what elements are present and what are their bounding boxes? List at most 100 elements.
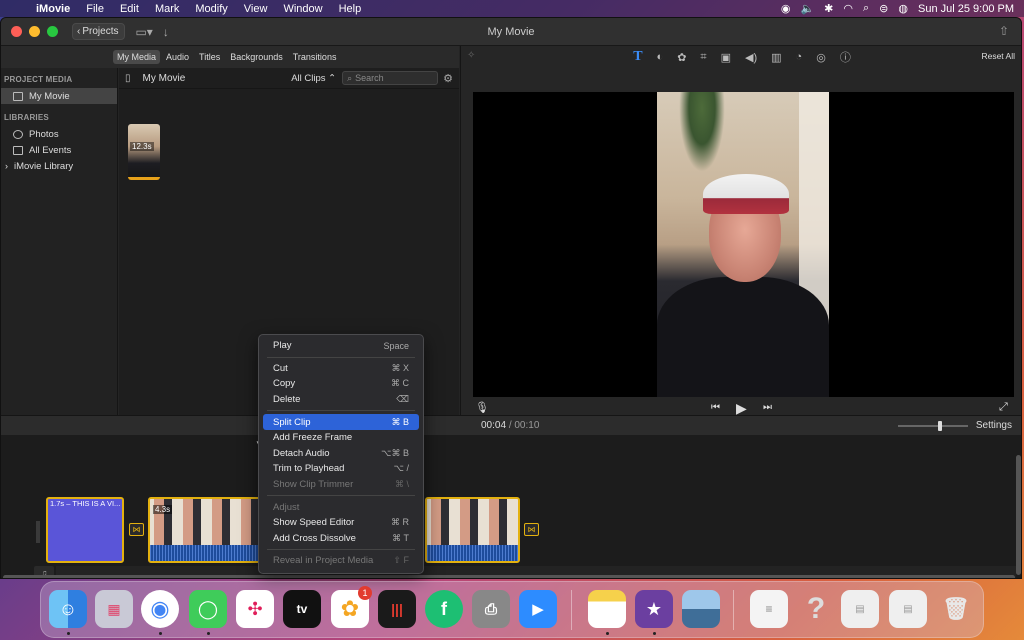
messages-icon[interactable]: ◯ [189,590,227,628]
menu-bar: iMovie File Edit Mark Modify View Window… [0,0,1024,17]
menu-item-copy[interactable]: Copy ⌘ C [263,376,419,392]
transition-icon[interactable]: ⋈ [129,523,144,536]
window-thumbnail-icon[interactable]: ▤ [841,590,879,628]
chrome-icon[interactable]: ◉ [141,590,179,628]
menu-item-detach-audio[interactable]: Detach Audio ⌥⌘ B [263,446,419,462]
timeline-settings-button[interactable]: Settings [976,420,1012,431]
video-clip[interactable]: 4.3s [148,497,268,563]
menu-view[interactable]: View [236,3,276,15]
voice-memos-icon[interactable]: ||| [378,590,416,628]
close-window-button[interactable] [11,26,22,37]
title-tool-icon[interactable]: T [633,49,642,65]
menu-item-show-speed-editor[interactable]: Show Speed Editor ⌘ R [263,515,419,531]
skip-back-icon[interactable]: ⏮ [711,402,720,413]
projects-button[interactable]: ‹ Projects [72,23,126,40]
import-arrow-icon[interactable]: ↓ [163,25,169,39]
launchpad-icon[interactable]: ▦ [95,590,133,628]
apple-tv-icon[interactable]: tv [283,590,321,628]
menu-item-add-freeze-frame[interactable]: Add Freeze Frame [263,430,419,446]
bluetooth-icon[interactable]: ✱ [824,2,833,15]
tab-transitions[interactable]: Transitions [289,50,341,64]
zoom-app-icon[interactable]: ▶ [519,590,557,628]
tab-audio[interactable]: Audio [162,50,193,64]
media-clip-thumbnail[interactable]: 12.3s [128,124,160,180]
clip-filter-dropdown[interactable]: All Clips ⌃ [291,73,336,84]
crop-icon[interactable]: ⌗ [700,51,706,64]
timeline[interactable]: ▼ 1.7s – THIS IS A VI... ⋈ 4.3s ⋈ ♫ [1,435,1021,578]
finder-icon[interactable]: ☺ [49,590,87,628]
menu-modify[interactable]: Modify [187,3,235,15]
printer-icon[interactable]: ⎙ [472,590,510,628]
preview-icon[interactable] [682,590,720,628]
menu-item-add-cross-dissolve[interactable]: Add Cross Dissolve ⌘ T [263,531,419,547]
video-frame [657,92,829,397]
sidebar-item-my-movie[interactable]: My Movie [1,88,117,104]
tab-my-media[interactable]: My Media [113,50,161,64]
zoom-window-button[interactable] [47,26,58,37]
timeline-start-handle[interactable] [36,521,40,543]
color-balance-icon[interactable]: ◐ [657,51,664,63]
zoom-slider[interactable] [898,421,968,431]
gear-icon[interactable]: ⚙ [443,72,453,85]
zoom-slider-knob[interactable] [938,421,942,431]
menu-help[interactable]: Help [331,3,370,15]
stabilization-icon[interactable]: ▣ [721,51,731,64]
menu-item-play[interactable]: Play Space [263,338,419,354]
clock[interactable]: Sun Jul 25 9:00 PM [918,3,1014,15]
help-icon[interactable]: ? [797,590,835,628]
fullscreen-icon[interactable]: ⤢ [999,401,1008,414]
equalizer-icon[interactable]: ▥ [771,51,781,64]
video-preview[interactable] [473,92,1014,397]
menu-app[interactable]: iMovie [28,3,78,15]
trash-icon[interactable]: 🗑 [937,590,975,628]
menu-item-label: Detach Audio [273,447,330,459]
microphone-icon[interactable]: 🎙 [475,401,489,414]
vertical-scrollbar[interactable] [1016,455,1021,575]
info-icon[interactable]: ⓘ [840,49,851,65]
slack-icon[interactable]: ✣ [236,590,274,628]
menu-item-cut[interactable]: Cut ⌘ X [263,361,419,377]
menu-file[interactable]: File [78,3,112,15]
media-toolbar: ▯ My Movie All Clips ⌃ ⌕ Search ⚙ [119,68,459,89]
menu-item-trim-to-playhead[interactable]: Trim to Playhead ⌥ / [263,461,419,477]
sidebar-toggle-icon[interactable]: ▯ [125,73,131,84]
volume-tool-icon[interactable]: ◀) [745,51,757,64]
control-center-icon[interactable]: ⊜ [879,2,888,15]
menu-mark[interactable]: Mark [147,3,187,15]
adjustment-toolbar: ✧ T ◐ ✿ ⌗ ▣ ◀) ▥ ◔ ◎ ⓘ Reset All [461,46,1021,68]
title-clip[interactable]: 1.7s – THIS IS A VI... [46,497,124,563]
menu-item-delete[interactable]: Delete ⌫ [263,392,419,408]
wifi-icon[interactable]: ◠ [843,2,853,15]
tab-backgrounds[interactable]: Backgrounds [226,50,287,64]
video-clip[interactable] [425,497,520,563]
notes-icon[interactable] [588,590,626,628]
filmstrip-icon[interactable]: ▭▾ [135,25,152,39]
magic-wand-icon[interactable]: ✧ [467,50,475,61]
window-thumbnail-icon[interactable]: ▤ [889,590,927,628]
skip-forward-icon[interactable]: ⏭ [763,402,772,413]
imovie-icon[interactable]: ★ [635,590,673,628]
spotlight-icon[interactable]: ⌕ [863,2,869,15]
fiverr-icon[interactable]: f [425,590,463,628]
speed-icon[interactable]: ◔ [796,51,803,63]
color-correction-icon[interactable]: ✿ [677,51,686,64]
siri-icon[interactable]: ◍ [898,2,908,15]
sidebar-item-all-events[interactable]: All Events [1,142,117,158]
document-icon[interactable]: ≡ [750,590,788,628]
transition-icon[interactable]: ⋈ [524,523,539,536]
sidebar-item-photos[interactable]: Photos [1,126,117,142]
menu-item-split-clip[interactable]: Split Clip ⌘ B [263,414,419,430]
sidebar-item-imovie-library[interactable]: › iMovie Library [1,158,117,174]
share-icon[interactable]: ⇧ [999,24,1009,38]
menu-window[interactable]: Window [275,3,330,15]
horizontal-scrollbar[interactable] [3,575,1015,578]
menu-edit[interactable]: Edit [112,3,147,15]
volume-icon[interactable]: 🔈 [800,2,814,15]
tab-titles[interactable]: Titles [195,50,224,64]
creative-cloud-icon[interactable]: ◉ [781,2,791,15]
minimize-window-button[interactable] [29,26,40,37]
libraries-header: LIBRARIES [4,113,49,122]
filter-icon[interactable]: ◎ [816,51,826,64]
search-input[interactable]: ⌕ Search [342,71,439,85]
reset-all-button[interactable]: Reset All [981,51,1015,61]
